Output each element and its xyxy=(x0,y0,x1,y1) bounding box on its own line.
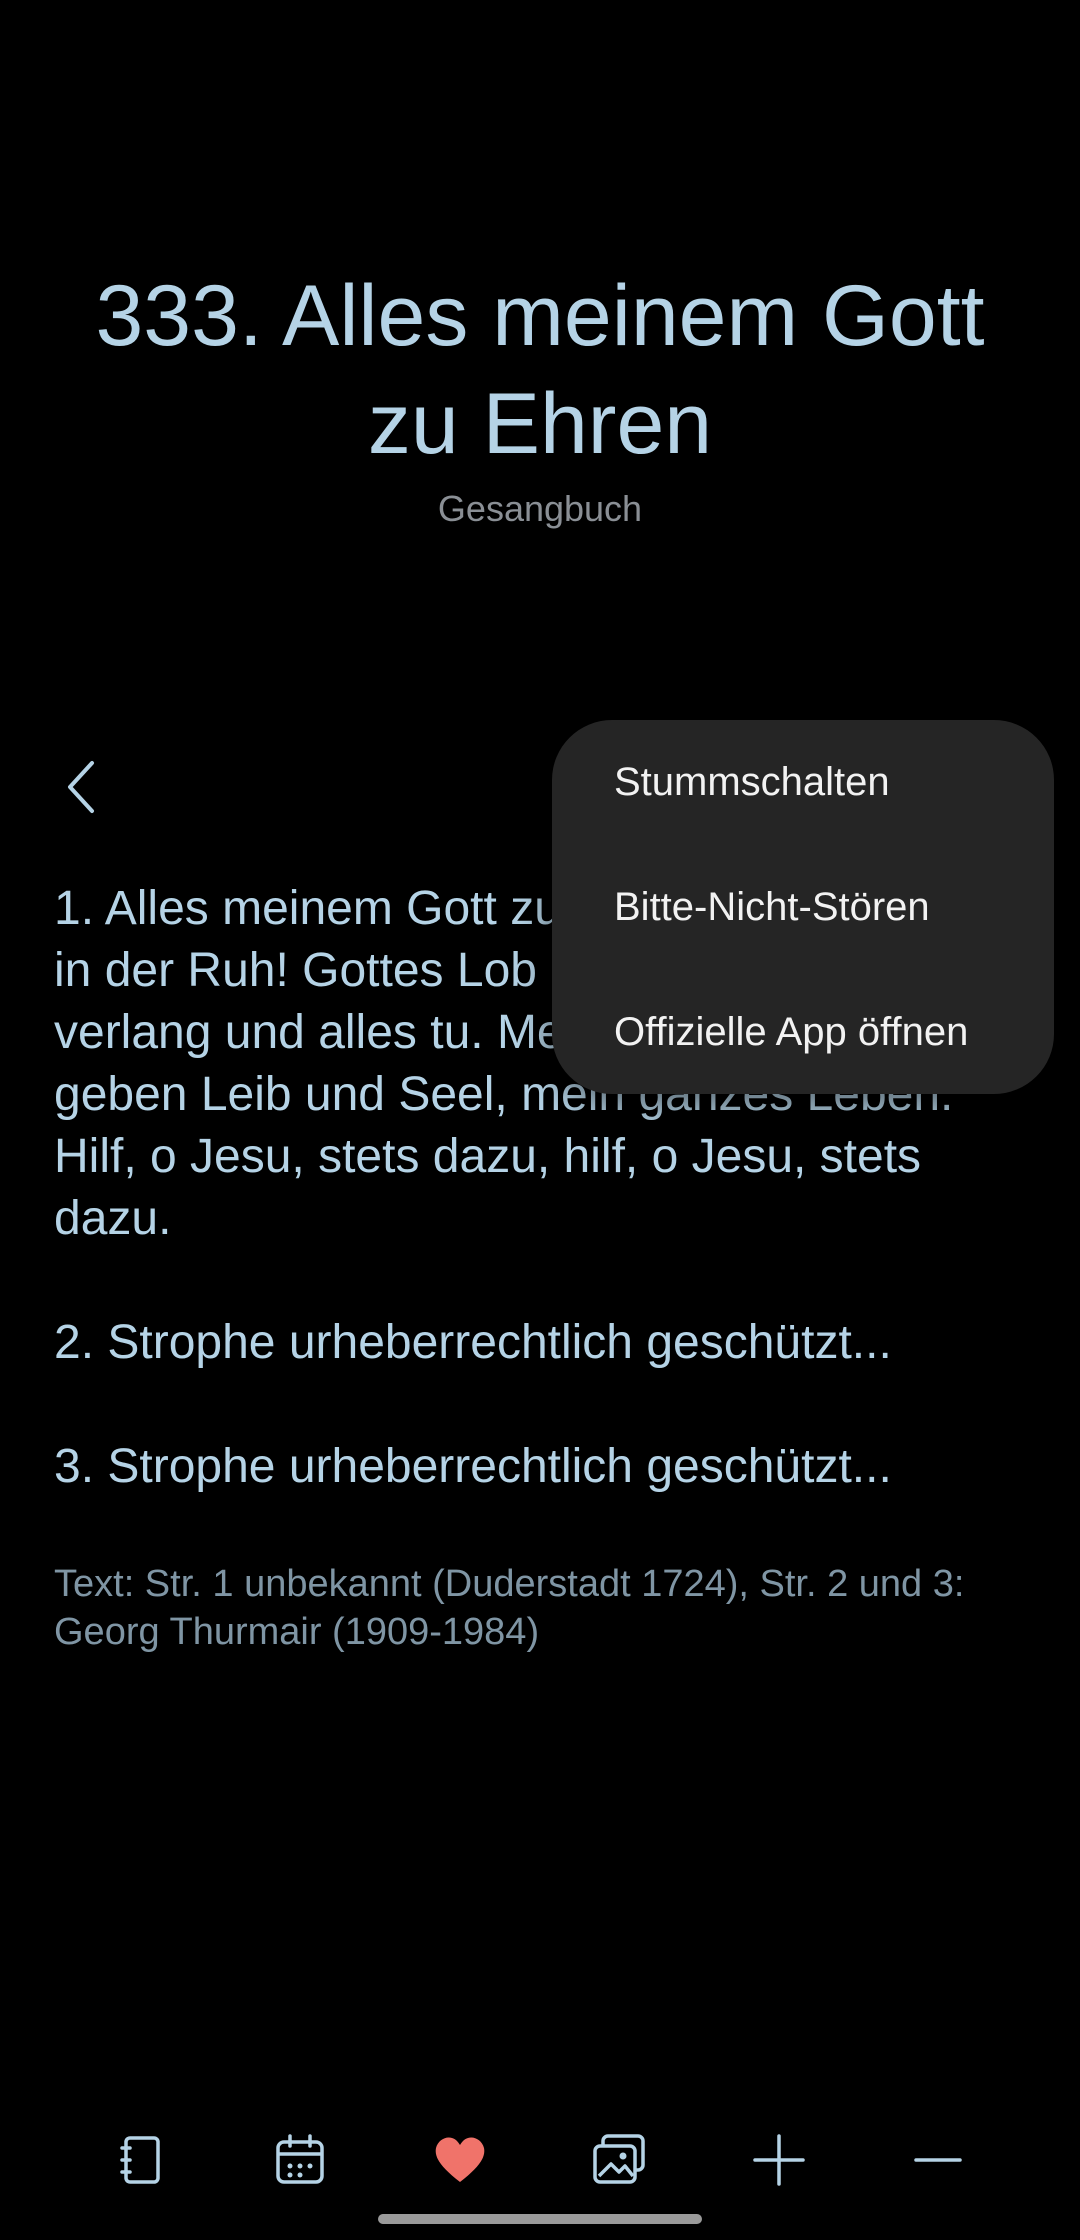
minus-icon xyxy=(914,2158,962,2162)
bottom-toolbar xyxy=(0,2118,1080,2202)
menu-item-do-not-disturb[interactable]: Bitte-Nicht-Stören xyxy=(614,885,930,930)
popup-menu: Stummschalten Bitte-Nicht-Stören Offizie… xyxy=(552,720,1054,1094)
book-icon xyxy=(120,2136,160,2184)
title-block: 333. Alles meinem Gott zu Ehren Gesangbu… xyxy=(40,262,1040,530)
zoom-out-button[interactable] xyxy=(896,2118,980,2202)
zoom-in-button[interactable] xyxy=(737,2118,821,2202)
source-attribution: Text: Str. 1 unbekannt (Duderstadt 1724)… xyxy=(54,1563,965,1653)
back-button[interactable] xyxy=(52,752,112,822)
chevron-left-icon xyxy=(68,761,94,813)
page-subtitle: Gesangbuch xyxy=(437,488,643,529)
menu-item-mute[interactable]: Stummschalten xyxy=(614,760,890,805)
page-title: 333. Alles meinem Gott zu Ehren xyxy=(95,268,985,472)
verse-2: 2. Strophe urheberrechtlich geschützt... xyxy=(54,1316,892,1369)
heart-icon xyxy=(435,2137,485,2182)
calendar-icon xyxy=(276,2134,324,2184)
gesture-navigation-bar[interactable] xyxy=(378,2214,702,2224)
plus-icon xyxy=(753,2134,805,2186)
gallery-icon xyxy=(593,2134,645,2184)
favorite-button[interactable] xyxy=(418,2118,502,2202)
gallery-button[interactable] xyxy=(577,2118,661,2202)
menu-item-open-official-app[interactable]: Offizielle App öffnen xyxy=(614,1010,968,1055)
book-button[interactable] xyxy=(100,2118,184,2202)
verse-3: 3. Strophe urheberrechtlich geschützt... xyxy=(54,1440,892,1493)
calendar-button[interactable] xyxy=(258,2118,342,2202)
